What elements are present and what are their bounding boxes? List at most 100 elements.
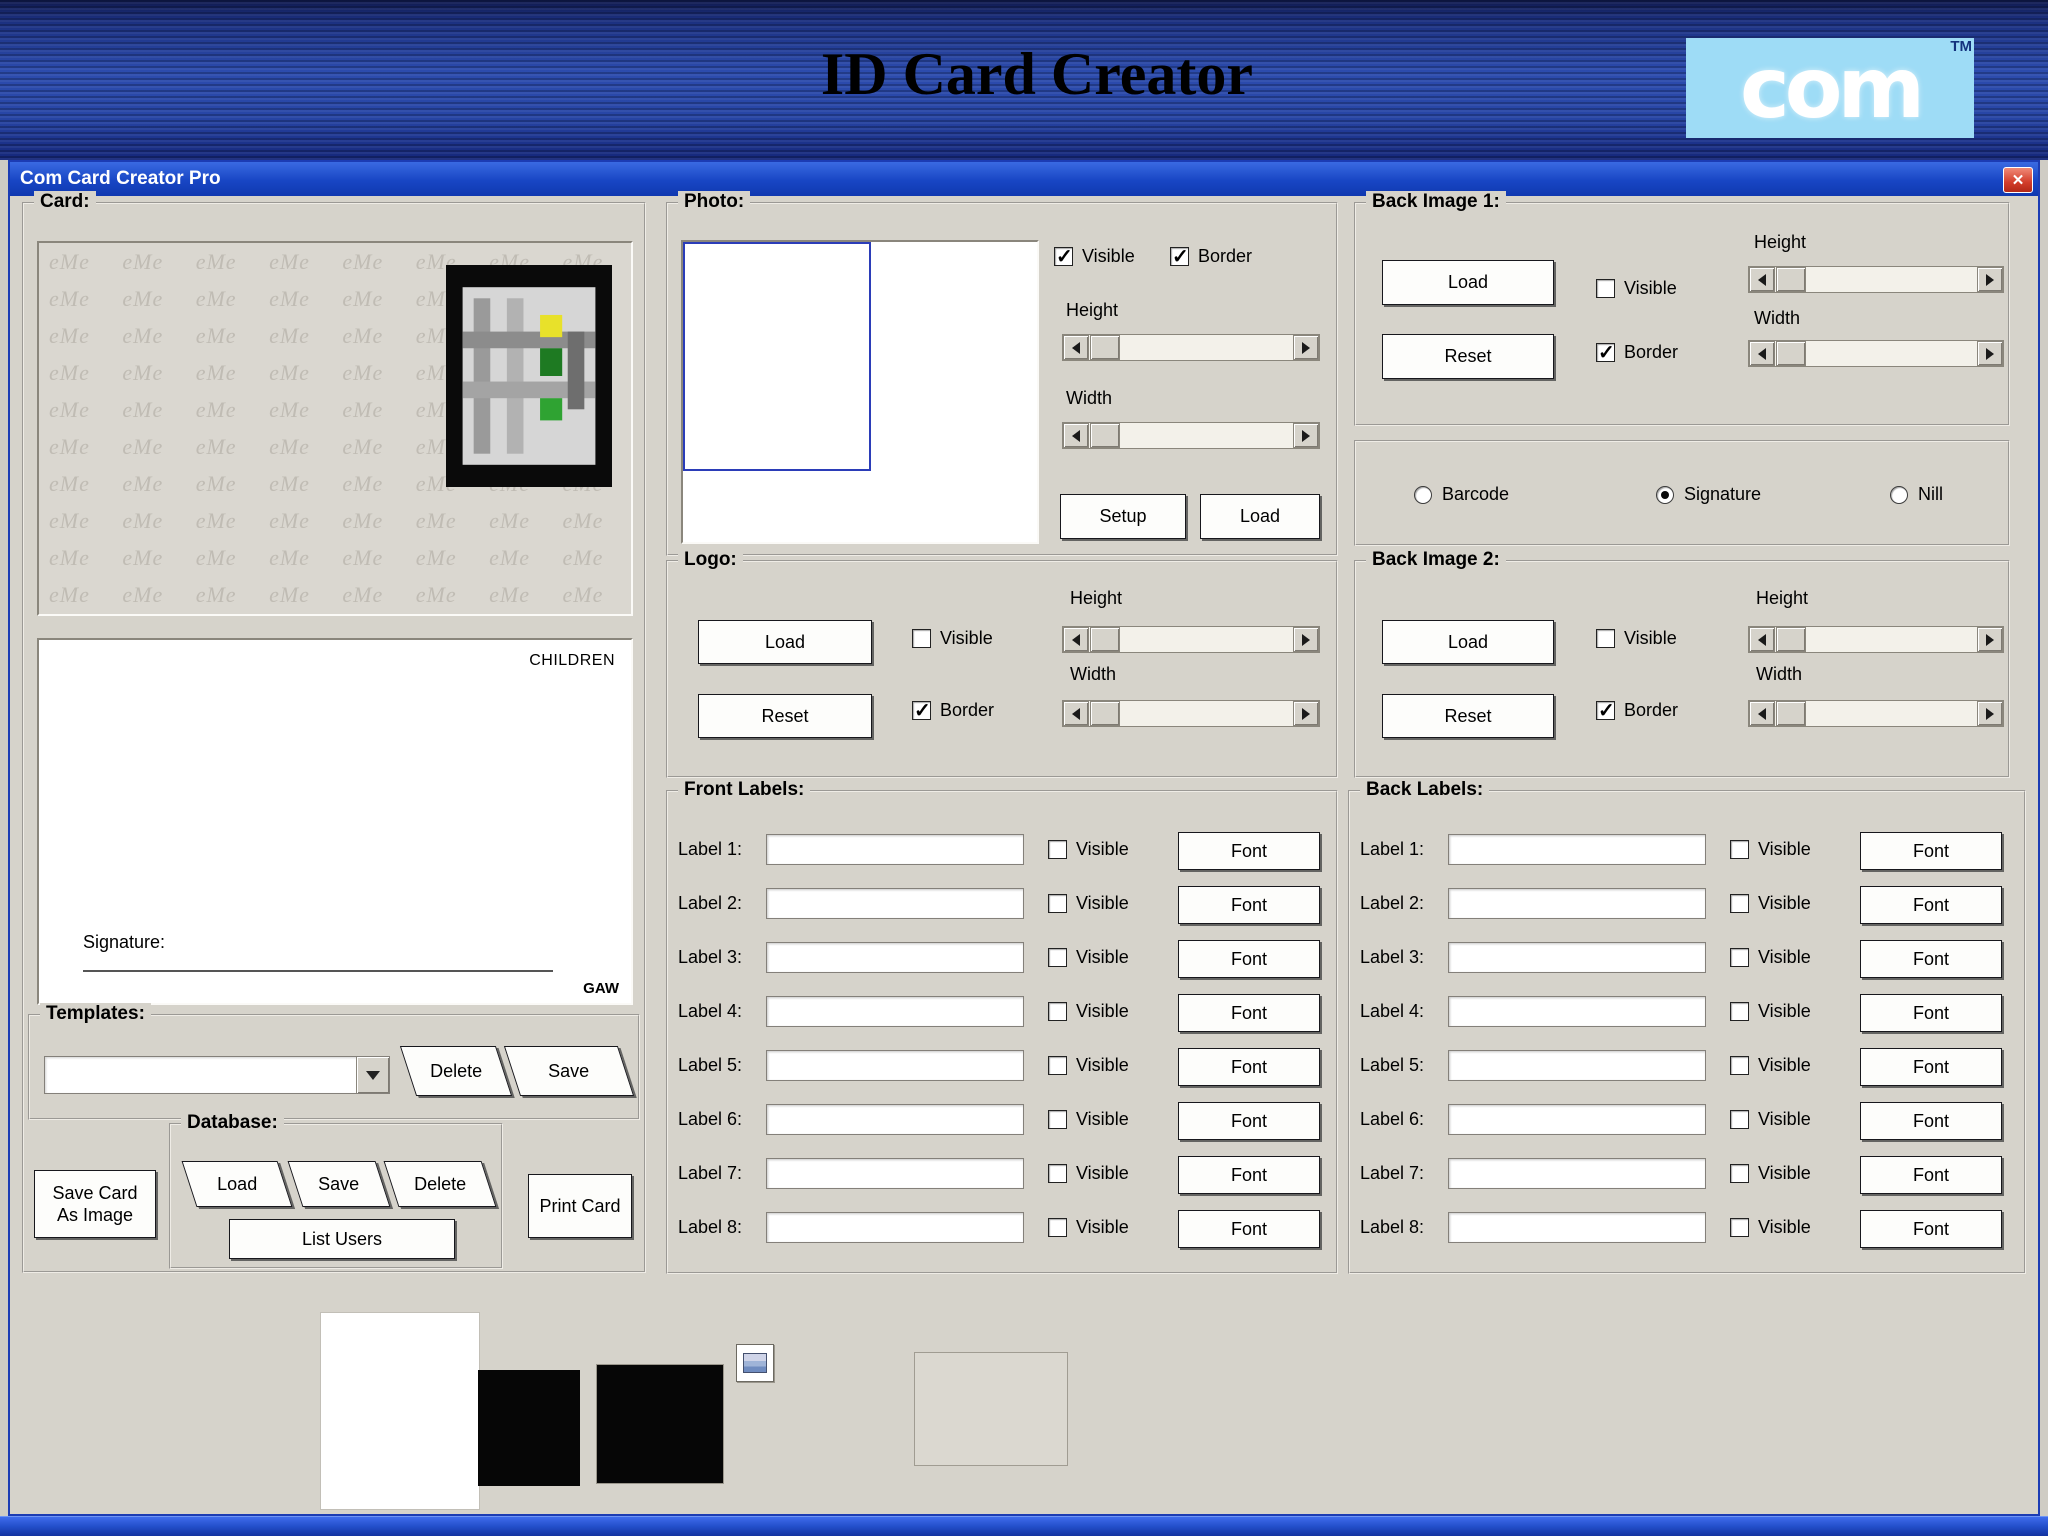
slider-left-arrow-icon[interactable] <box>1063 701 1089 726</box>
label-input[interactable] <box>1448 834 1706 865</box>
label-visible-checkbox[interactable]: Visible <box>1730 1055 1811 1076</box>
font-button[interactable]: Font <box>1860 1210 2002 1248</box>
label-input[interactable] <box>1448 996 1706 1027</box>
back-image-1-reset-button[interactable]: Reset <box>1382 334 1554 379</box>
slider-thumb[interactable] <box>1776 627 1806 652</box>
font-button[interactable]: Font <box>1860 1102 2002 1140</box>
list-users-button[interactable]: List Users <box>229 1219 455 1259</box>
slider-right-arrow-icon[interactable] <box>1293 423 1319 448</box>
checkbox-box[interactable] <box>1048 1110 1067 1129</box>
label-input[interactable] <box>766 888 1024 919</box>
label-input[interactable] <box>766 1104 1024 1135</box>
font-button[interactable]: Font <box>1178 940 1320 978</box>
label-input[interactable] <box>766 1212 1024 1243</box>
checkbox-box[interactable] <box>1170 244 1189 269</box>
checkbox-box[interactable] <box>1048 1002 1067 1021</box>
label-visible-checkbox[interactable]: Visible <box>1048 893 1129 914</box>
checkbox-box[interactable] <box>1730 840 1749 859</box>
slider-left-arrow-icon[interactable] <box>1749 341 1775 366</box>
label-visible-checkbox[interactable]: Visible <box>1730 839 1811 860</box>
radio-circle[interactable] <box>1656 485 1674 504</box>
label-visible-checkbox[interactable]: Visible <box>1730 1001 1811 1022</box>
font-button[interactable]: Font <box>1860 832 2002 870</box>
checkbox-box[interactable] <box>1048 1164 1067 1183</box>
checkbox-box[interactable] <box>1730 1164 1749 1183</box>
photo-setup-button[interactable]: Setup <box>1060 494 1186 539</box>
back-image-2-height-slider[interactable] <box>1748 626 2004 653</box>
checkbox-box[interactable] <box>912 698 931 723</box>
back-image-2-load-button[interactable]: Load <box>1382 620 1554 664</box>
slider-left-arrow-icon[interactable] <box>1063 423 1089 448</box>
back-image-2-reset-button[interactable]: Reset <box>1382 694 1554 738</box>
label-input[interactable] <box>1448 1212 1706 1243</box>
photo-visible-checkbox[interactable]: Visible <box>1054 244 1135 269</box>
print-card-button[interactable]: Print Card <box>528 1174 632 1238</box>
checkbox-box[interactable] <box>1054 244 1073 269</box>
back-image-1-load-button[interactable]: Load <box>1382 260 1554 305</box>
label-input[interactable] <box>766 834 1024 865</box>
label-visible-checkbox[interactable]: Visible <box>1730 947 1811 968</box>
font-button[interactable]: Font <box>1178 1156 1320 1194</box>
font-button[interactable]: Font <box>1860 994 2002 1032</box>
label-visible-checkbox[interactable]: Visible <box>1048 1217 1129 1238</box>
label-input[interactable] <box>1448 1050 1706 1081</box>
label-input[interactable] <box>766 1158 1024 1189</box>
slider-left-arrow-icon[interactable] <box>1063 627 1089 652</box>
photo-border-checkbox[interactable]: Border <box>1170 244 1252 269</box>
font-button[interactable]: Font <box>1860 940 2002 978</box>
back-image-2-width-slider[interactable] <box>1748 700 2004 727</box>
font-button[interactable]: Font <box>1178 832 1320 870</box>
slider-right-arrow-icon[interactable] <box>1977 627 2003 652</box>
checkbox-box[interactable] <box>1596 340 1615 365</box>
font-button[interactable]: Font <box>1860 886 2002 924</box>
slider-thumb[interactable] <box>1776 701 1806 726</box>
slider-right-arrow-icon[interactable] <box>1293 627 1319 652</box>
font-button[interactable]: Font <box>1178 1102 1320 1140</box>
radio-signature[interactable]: Signature <box>1656 484 1761 505</box>
template-delete-button[interactable]: Delete <box>399 1046 513 1096</box>
checkbox-box[interactable] <box>1596 629 1615 648</box>
label-input[interactable] <box>766 1050 1024 1081</box>
close-button[interactable]: ✕ <box>2003 167 2033 193</box>
font-button[interactable]: Font <box>1860 1048 2002 1086</box>
radio-nill[interactable]: Nill <box>1890 484 1943 505</box>
label-visible-checkbox[interactable]: Visible <box>1730 1109 1811 1130</box>
database-load-button[interactable]: Load <box>181 1161 293 1207</box>
logo-reset-button[interactable]: Reset <box>698 694 872 738</box>
slider-thumb[interactable] <box>1090 423 1120 448</box>
slider-left-arrow-icon[interactable] <box>1749 267 1775 292</box>
checkbox-box[interactable] <box>1730 894 1749 913</box>
checkbox-box[interactable] <box>1048 1056 1067 1075</box>
checkbox-box[interactable] <box>1048 1218 1067 1237</box>
label-visible-checkbox[interactable]: Visible <box>1048 1163 1129 1184</box>
template-save-button[interactable]: Save <box>503 1046 635 1096</box>
radio-barcode[interactable]: Barcode <box>1414 484 1509 505</box>
font-button[interactable]: Font <box>1178 1210 1320 1248</box>
font-button[interactable]: Font <box>1178 994 1320 1032</box>
font-button[interactable]: Font <box>1178 886 1320 924</box>
templates-dropdown[interactable] <box>44 1056 390 1094</box>
radio-circle[interactable] <box>1890 485 1908 504</box>
back-image-1-visible-checkbox[interactable]: Visible <box>1596 278 1677 299</box>
slider-left-arrow-icon[interactable] <box>1749 701 1775 726</box>
label-visible-checkbox[interactable]: Visible <box>1730 1217 1811 1238</box>
slider-right-arrow-icon[interactable] <box>1977 267 2003 292</box>
checkbox-box[interactable] <box>1048 894 1067 913</box>
slider-right-arrow-icon[interactable] <box>1293 701 1319 726</box>
label-visible-checkbox[interactable]: Visible <box>1048 1001 1129 1022</box>
label-input[interactable] <box>1448 1158 1706 1189</box>
slider-right-arrow-icon[interactable] <box>1977 341 2003 366</box>
checkbox-box[interactable] <box>1730 1002 1749 1021</box>
checkbox-box[interactable] <box>1730 1218 1749 1237</box>
database-delete-button[interactable]: Delete <box>383 1161 497 1207</box>
checkbox-box[interactable] <box>912 629 931 648</box>
slider-thumb[interactable] <box>1090 701 1120 726</box>
image-file-icon[interactable] <box>736 1344 774 1382</box>
font-button[interactable]: Font <box>1860 1156 2002 1194</box>
dropdown-arrow-icon[interactable] <box>356 1057 389 1093</box>
label-input[interactable] <box>766 996 1024 1027</box>
radio-circle[interactable] <box>1414 485 1432 504</box>
slider-left-arrow-icon[interactable] <box>1063 335 1089 360</box>
logo-border-checkbox[interactable]: Border <box>912 698 994 723</box>
logo-load-button[interactable]: Load <box>698 620 872 664</box>
